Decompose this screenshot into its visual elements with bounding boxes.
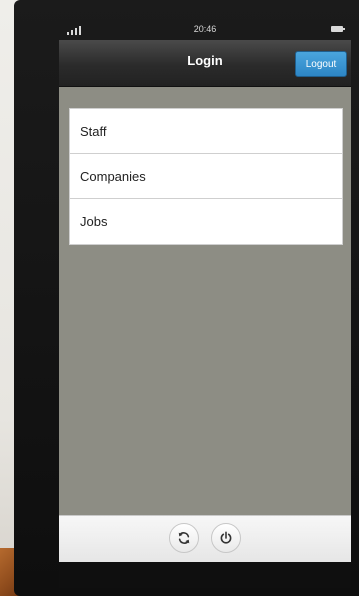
refresh-button[interactable] [169, 523, 199, 553]
battery-icon [331, 26, 345, 32]
power-icon [220, 531, 232, 544]
footer-toolbar [59, 515, 351, 562]
power-button[interactable] [211, 523, 241, 553]
background-wall [0, 0, 14, 596]
menu-list: Staff Companies Jobs [69, 108, 343, 245]
menu-item-jobs[interactable]: Jobs [70, 199, 342, 244]
logout-button[interactable]: Logout [295, 51, 347, 77]
phone-bezel-bottom [59, 562, 351, 588]
menu-item-companies[interactable]: Companies [70, 154, 342, 199]
refresh-icon [178, 532, 190, 544]
status-bar: 20:46 [59, 20, 351, 40]
menu-item-staff[interactable]: Staff [70, 109, 342, 154]
status-time: 20:46 [193, 24, 217, 34]
app-screen: 20:46 Login Logout Staff Companies Jobs [59, 20, 351, 562]
phone-frame: 20:46 Login Logout Staff Companies Jobs [14, 0, 359, 596]
nav-bar: Login Logout [59, 40, 351, 87]
